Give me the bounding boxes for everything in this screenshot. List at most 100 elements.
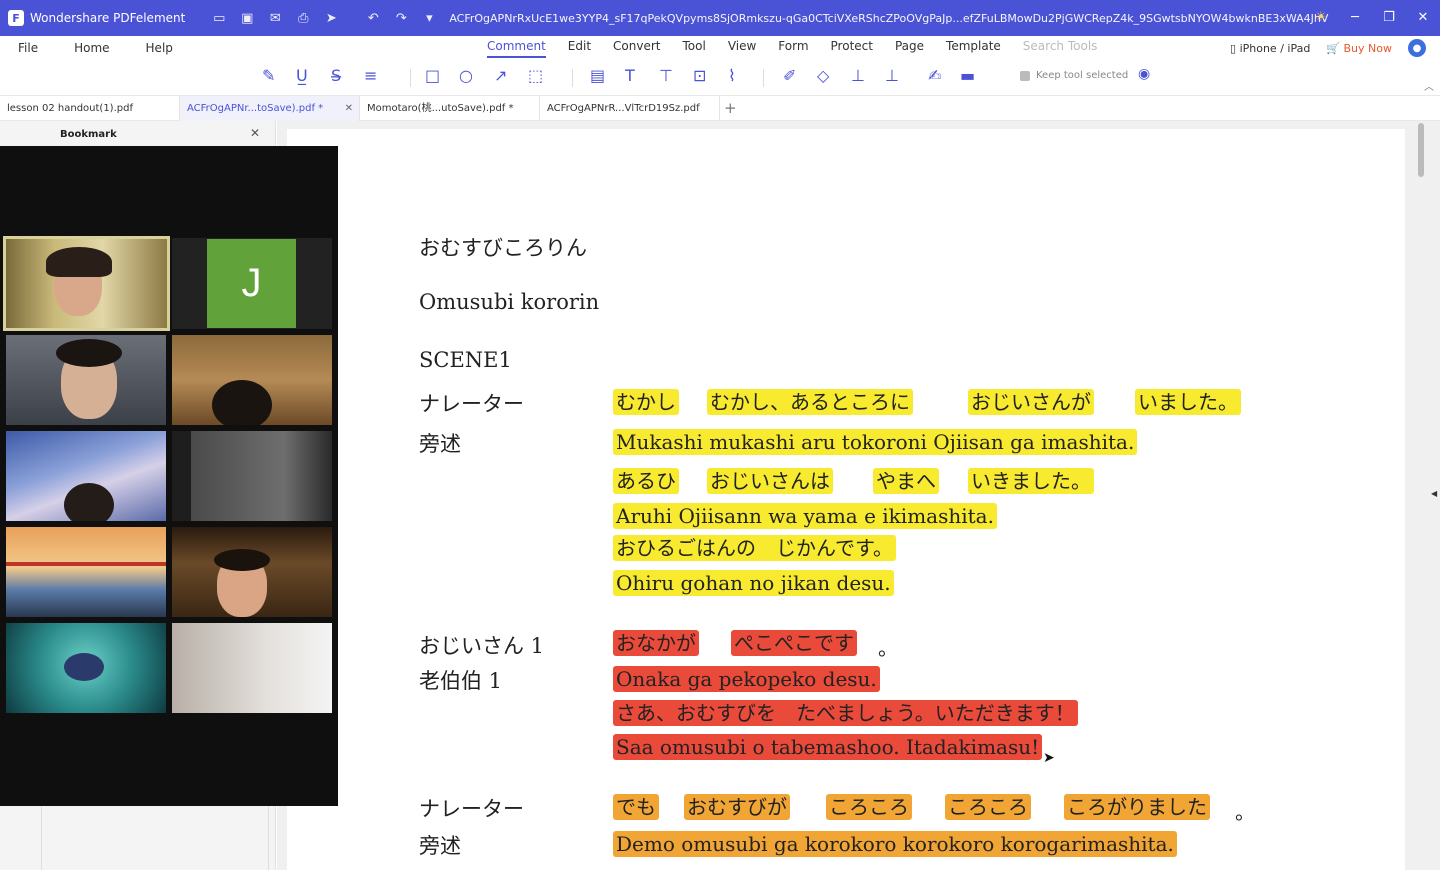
highlight-text[interactable]: おじいさんは [707, 468, 833, 494]
collapse-toolbar-icon[interactable]: ︿ [1424, 78, 1434, 93]
tab-page[interactable]: Page [895, 39, 924, 58]
close-icon[interactable]: ✕ [1406, 0, 1440, 36]
new-tab-icon[interactable]: + [724, 99, 737, 117]
note-icon[interactable]: ▤ [590, 66, 605, 85]
highlight-text[interactable]: ぺこぺこです [731, 630, 857, 656]
highlight-text[interactable]: やまへ [873, 468, 939, 494]
strikethrough-icon[interactable]: S̶ [331, 66, 341, 85]
stamp-dropdown-icon[interactable]: ⊥ [885, 66, 899, 85]
participant-video[interactable] [6, 335, 166, 425]
buy-now-button[interactable]: 🛒 Buy Now [1326, 42, 1392, 55]
participant-video[interactable] [172, 527, 332, 617]
redo-icon[interactable]: ↷ [387, 11, 415, 26]
tab-template[interactable]: Template [946, 39, 1001, 58]
mouse-cursor-icon: ➤ [1043, 750, 1055, 766]
mail-icon[interactable]: ✉ [261, 11, 289, 26]
vertical-scrollbar[interactable] [1418, 123, 1424, 177]
highlight-text[interactable]: むかし [613, 389, 679, 415]
dropdown-icon[interactable]: ▾ [415, 11, 443, 26]
arrow-icon[interactable]: ↗ [494, 66, 507, 85]
highlight-text[interactable]: おじいさんが [968, 389, 1094, 415]
file-tab[interactable]: Momotaro(桃...utoSave).pdf * [360, 96, 540, 121]
lines-icon[interactable]: ≡ [364, 66, 377, 85]
checkbox-icon [1020, 70, 1030, 81]
minimize-icon[interactable]: ─ [1338, 0, 1372, 36]
share-icon[interactable]: ➤ [317, 11, 345, 26]
participant-video[interactable] [6, 527, 166, 617]
highlight-text[interactable]: Ohiru gohan no jikan desu. [613, 570, 894, 596]
participant-video[interactable] [6, 431, 166, 521]
highlight-text[interactable]: Mukashi mukashi aru tokoroni Ojiisan ga … [613, 429, 1138, 455]
cartoon-shape [64, 653, 104, 681]
callout-icon[interactable]: ⊡ [693, 66, 706, 85]
highlight-text[interactable]: さあ、おむすびを たべましょう。いただきます！ [613, 700, 1078, 726]
participant-video[interactable] [172, 623, 332, 713]
person-hair [214, 549, 270, 571]
highlight-text[interactable]: むかし、あるところに [707, 389, 913, 415]
file-tab[interactable]: lesson 02 handout(1).pdf [0, 96, 180, 121]
pencil-icon[interactable]: ✐ [783, 66, 796, 85]
video-gallery[interactable]: J [0, 146, 338, 806]
highlight-text[interactable]: ころがりました [1064, 794, 1210, 820]
theme-icon[interactable]: ☀ [1304, 0, 1338, 36]
eraser-icon[interactable]: ◇ [817, 66, 829, 85]
tab-edit[interactable]: Edit [568, 39, 591, 58]
highlight-text[interactable]: Demo omusubi ga korokoro korokoro koroga… [613, 831, 1177, 857]
participant-video[interactable] [172, 431, 332, 521]
tab-tool[interactable]: Tool [683, 39, 706, 58]
keep-tool-checkbox[interactable]: Keep tool selected [1020, 70, 1128, 81]
highlight-text[interactable]: ころころ [945, 794, 1031, 820]
eye-icon[interactable]: ◉ [1138, 66, 1150, 82]
close-panel-icon[interactable]: ✕ [250, 126, 260, 140]
file-tab[interactable]: ACFrOgAPNrR...VlTcrD19Sz.pdf [540, 96, 720, 121]
undo-icon[interactable]: ↶ [359, 11, 387, 26]
measure-icon[interactable]: ▬ [960, 66, 975, 85]
account-icon[interactable]: ● [1408, 39, 1426, 57]
participant-video[interactable] [3, 236, 170, 331]
save-icon[interactable]: ▣ [233, 11, 261, 26]
maximize-icon[interactable]: ❐ [1372, 0, 1406, 36]
text-icon[interactable]: T [625, 66, 635, 85]
underline-icon[interactable]: U̲ [296, 66, 308, 85]
print-icon[interactable]: ⎙ [289, 11, 317, 26]
device-link[interactable]: ▯ iPhone / iPad [1230, 42, 1310, 55]
search-tools-input[interactable]: Search Tools [1023, 39, 1098, 58]
highlight-text[interactable]: Onaka ga pekopeko desu. [613, 666, 880, 692]
tab-comment[interactable]: Comment [487, 39, 546, 58]
highlight-text[interactable]: Aruhi Ojiisann wa yama e ikimashita. [613, 503, 997, 529]
highlight-text[interactable]: ころころ [826, 794, 912, 820]
file-tab-label: lesson 02 handout(1).pdf [7, 103, 133, 114]
attachment-icon[interactable]: ⌇ [728, 66, 736, 85]
shape-icon[interactable]: ⬚ [528, 66, 543, 85]
highlight-text[interactable]: おひるごはんの じかんです。 [613, 535, 896, 561]
close-tab-icon[interactable]: ✕ [345, 96, 353, 121]
menu-home[interactable]: Home [74, 41, 109, 55]
tab-protect[interactable]: Protect [831, 39, 873, 58]
scene-heading: SCENE1 [419, 348, 512, 372]
participant-tile[interactable]: J [172, 238, 332, 329]
textbox-icon[interactable]: ⊤ [659, 66, 673, 85]
highlight-text[interactable]: いきました。 [968, 468, 1094, 494]
stamp-icon[interactable]: ⊥ [851, 66, 865, 85]
menu-file[interactable]: File [18, 41, 38, 55]
highlight-text[interactable]: でも [613, 794, 659, 820]
highlight-icon[interactable]: ✎ [262, 66, 275, 85]
participant-video[interactable] [6, 623, 166, 713]
menu-help[interactable]: Help [146, 41, 173, 55]
document-title: ACFrOgAPNrRxUcE1we3YYP4_sF17qPekQVpyms8S… [449, 11, 1329, 25]
highlight-text[interactable]: おなかが [613, 630, 699, 656]
participant-video[interactable] [172, 335, 332, 425]
circle-icon[interactable]: ○ [459, 66, 473, 85]
highlight-text[interactable]: あるひ [613, 468, 679, 494]
file-tab-active[interactable]: ACFrOgAPNr...toSave).pdf * ✕ [180, 96, 360, 121]
highlight-text[interactable]: おむすびが [684, 794, 790, 820]
rectangle-icon[interactable]: □ [425, 66, 440, 85]
tab-convert[interactable]: Convert [613, 39, 660, 58]
highlight-text[interactable]: Saa omusubi o tabemashoo. Itadakimasu! [613, 734, 1043, 760]
tab-view[interactable]: View [728, 39, 756, 58]
signature-icon[interactable]: ✍ [928, 66, 941, 85]
tab-form[interactable]: Form [778, 39, 808, 58]
right-panel-toggle-icon[interactable]: ◀ [1431, 489, 1437, 498]
folder-icon[interactable]: ▭ [205, 11, 233, 26]
highlight-text[interactable]: いました。 [1135, 389, 1241, 415]
